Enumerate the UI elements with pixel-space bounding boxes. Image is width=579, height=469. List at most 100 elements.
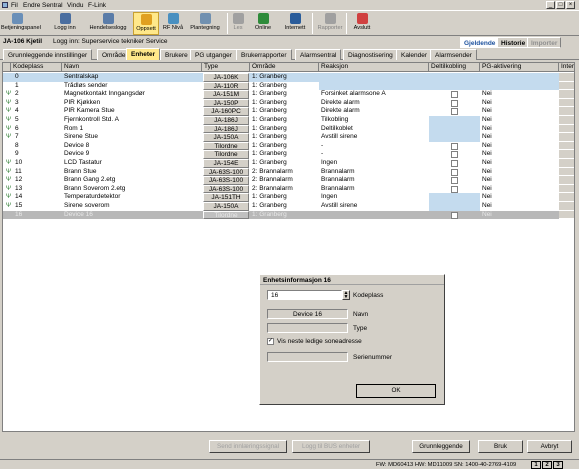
- deltilkobling-checkbox[interactable]: [451, 168, 458, 176]
- page-3[interactable]: 3: [553, 461, 563, 469]
- kodeplass-input[interactable]: 16: [267, 290, 342, 300]
- send-learning-signal-button[interactable]: Send innlæringssignal: [209, 440, 287, 453]
- column-header-omrade[interactable]: Område: [250, 63, 319, 72]
- cell-type[interactable]: Tilordne: [203, 150, 249, 159]
- cell-type[interactable]: Tilordne: [203, 141, 249, 151]
- kodeplass-spinner[interactable]: ▲ ▼: [342, 290, 350, 300]
- toolbar-button-betjeningspanel[interactable]: Betjeningspanel: [1, 12, 41, 35]
- cell-type[interactable]: JA-186J: [203, 116, 249, 125]
- toolbar-button-internett[interactable]: Internett: [282, 12, 308, 35]
- toolbar-button-online[interactable]: Online: [248, 12, 278, 35]
- tab-importer[interactable]: Importer: [527, 37, 562, 48]
- cell-inter[interactable]: [559, 167, 574, 177]
- cell-type[interactable]: JA-63S-100: [203, 184, 249, 194]
- table-row[interactable]: Ψ 13 Brann Soverom 2.etg JA-63S-100 2: Brann…: [3, 184, 574, 194]
- cell-inter[interactable]: [559, 124, 574, 134]
- next-address-checkbox[interactable]: ✓: [267, 338, 274, 345]
- cell-type[interactable]: JA-63S-100: [203, 176, 249, 185]
- cell-type[interactable]: JA-154E: [203, 159, 249, 168]
- menu-vindu[interactable]: Vindu: [67, 2, 84, 9]
- cell-inter[interactable]: [559, 176, 574, 185]
- menu-fil[interactable]: Fil: [11, 2, 18, 9]
- cell-inter[interactable]: [559, 81, 574, 91]
- tab-diagnostisering[interactable]: Diagnostisering: [343, 49, 398, 60]
- cell-inter[interactable]: [559, 141, 574, 151]
- deltilkobling-checkbox[interactable]: [451, 177, 458, 185]
- cell-inter[interactable]: [559, 73, 574, 82]
- cell-type[interactable]: Tilordne: [203, 210, 249, 220]
- cell-type[interactable]: JA-151TH: [203, 193, 249, 202]
- table-row[interactable]: Ψ 4 PIR Kamera Stue JA-160PC 1: Granberg Dire…: [3, 107, 574, 116]
- table-row[interactable]: Ψ 15 Sirene soverom JA-150A 1: Granberg Avsti…: [3, 202, 574, 211]
- table-row[interactable]: 1 Trådløs sender JA-110R 1: Granberg: [3, 81, 574, 91]
- tab-enheter[interactable]: Enheter: [126, 48, 161, 60]
- maximize-icon[interactable]: □: [556, 1, 565, 9]
- cell-type[interactable]: JA-150A: [203, 202, 249, 211]
- cell-inter[interactable]: [559, 159, 574, 168]
- log-bus-devices-button[interactable]: Logg til BUS enheter: [292, 440, 370, 453]
- tab-grunnleggende-innstillinger[interactable]: Grunnleggende innstillinger: [3, 49, 93, 60]
- menu-endre[interactable]: Endre: [23, 2, 40, 9]
- cell-inter[interactable]: [559, 193, 574, 202]
- cell-type[interactable]: JA-63S-100: [203, 167, 249, 177]
- table-row[interactable]: Ψ 5 Fjernkontroll Std. A JA-186J 1: Granberg…: [3, 116, 574, 125]
- table-row[interactable]: Ψ 14 Temperaturdetektor JA-151TH 1: Granberg…: [3, 193, 574, 202]
- menu-flink[interactable]: F-Link: [88, 2, 106, 9]
- cell-inter[interactable]: [559, 98, 574, 108]
- close-icon[interactable]: ×: [566, 1, 575, 9]
- tab-alarmsender[interactable]: Alarmsender: [430, 49, 477, 60]
- deltilkobling-checkbox[interactable]: [451, 185, 458, 193]
- menu-sentral[interactable]: Sentral: [42, 2, 63, 9]
- serienummer-field[interactable]: [267, 352, 348, 362]
- deltilkobling-checkbox[interactable]: [451, 99, 458, 107]
- cell-inter[interactable]: [559, 116, 574, 125]
- table-row[interactable]: 8 Device 8 Tilordne 1: Granberg - Nei: [3, 141, 574, 151]
- column-header-reaksjon[interactable]: Reaksjon: [319, 63, 429, 72]
- toolbar-button-plantegning[interactable]: Plantegning: [187, 12, 223, 35]
- deltilkobling-checkbox[interactable]: [451, 160, 458, 167]
- column-header-inter[interactable]: Inter: [559, 63, 574, 72]
- deltilkobling-checkbox[interactable]: [451, 108, 458, 116]
- tab-brukerrapporter[interactable]: Brukerrapporter: [236, 49, 292, 60]
- page-1[interactable]: 1: [531, 461, 541, 469]
- avbryt-button[interactable]: Avbryt: [527, 440, 572, 453]
- page-2[interactable]: 2: [542, 461, 552, 469]
- table-row[interactable]: Ψ 7 Sirene Stue JA-150A 1: Granberg Avstill s…: [3, 133, 574, 142]
- navn-field[interactable]: Device 16: [267, 309, 348, 319]
- toolbar-button-oppsett[interactable]: Oppsett: [133, 12, 159, 35]
- ok-button[interactable]: OK: [356, 384, 436, 398]
- cell-inter[interactable]: [559, 210, 574, 220]
- table-row[interactable]: Ψ 3 PIR Kjøkken JA-150P 1: Granberg Direkte a…: [3, 98, 574, 108]
- table-row[interactable]: Ψ 12 Brann Gang 2.etg JA-63S-100 2: Brannala…: [3, 176, 574, 185]
- table-row[interactable]: 0 Sentralskap JA-106K 1: Granberg: [3, 73, 574, 82]
- deltilkobling-checkbox[interactable]: [451, 142, 458, 150]
- toolbar-button-les[interactable]: Les: [231, 12, 245, 35]
- table-row[interactable]: 16 Device 16 Tilordne 1: Granberg Nei: [3, 210, 574, 220]
- cell-inter[interactable]: [559, 150, 574, 159]
- table-row[interactable]: Ψ 11 Brann Stue JA-63S-100 2: Brannalarm Bran…: [3, 167, 574, 177]
- cell-type[interactable]: JA-110R: [203, 81, 249, 91]
- table-row[interactable]: 9 Device 9 Tilordne 1: Granberg - Nei: [3, 150, 574, 159]
- toolbar-button-rapporter[interactable]: Rapporter: [316, 12, 344, 35]
- cell-type[interactable]: JA-160PC: [203, 107, 249, 116]
- type-field[interactable]: [267, 323, 348, 333]
- grunnleggende-button[interactable]: Grunnleggende: [412, 440, 470, 453]
- bruk-button[interactable]: Bruk: [478, 440, 523, 453]
- tab-brukere[interactable]: Brukere: [160, 49, 193, 60]
- tab-kalender[interactable]: Kalender: [396, 49, 433, 60]
- cell-type[interactable]: JA-106K: [203, 73, 249, 82]
- minimize-icon[interactable]: _: [546, 1, 555, 9]
- table-row[interactable]: Ψ 10 LCD Tastatur JA-154E 1: Granberg Ingen Ne…: [3, 159, 574, 168]
- toolbar-button-avslutt[interactable]: Avslutt: [350, 12, 374, 35]
- column-header-deltilkobling[interactable]: Deltilkobling: [429, 63, 480, 72]
- column-header-pg-aktivering[interactable]: PG-aktivering: [480, 63, 559, 72]
- cell-inter[interactable]: [559, 184, 574, 194]
- cell-type[interactable]: JA-151M: [203, 90, 249, 99]
- deltilkobling-checkbox[interactable]: [451, 211, 458, 219]
- table-row[interactable]: Ψ 2 Magnetkontakt Inngangsdør JA-151M 1: Gra…: [3, 90, 574, 99]
- cell-inter[interactable]: [559, 90, 574, 99]
- tab-pg-utganger[interactable]: PG utganger: [190, 49, 237, 60]
- deltilkobling-checkbox[interactable]: [451, 151, 458, 159]
- table-row[interactable]: Ψ 6 Rom 1 JA-186J 1: Granberg Deltilkoblet Nei: [3, 124, 574, 134]
- toolbar-button-logg-inn[interactable]: Logg inn: [51, 12, 79, 35]
